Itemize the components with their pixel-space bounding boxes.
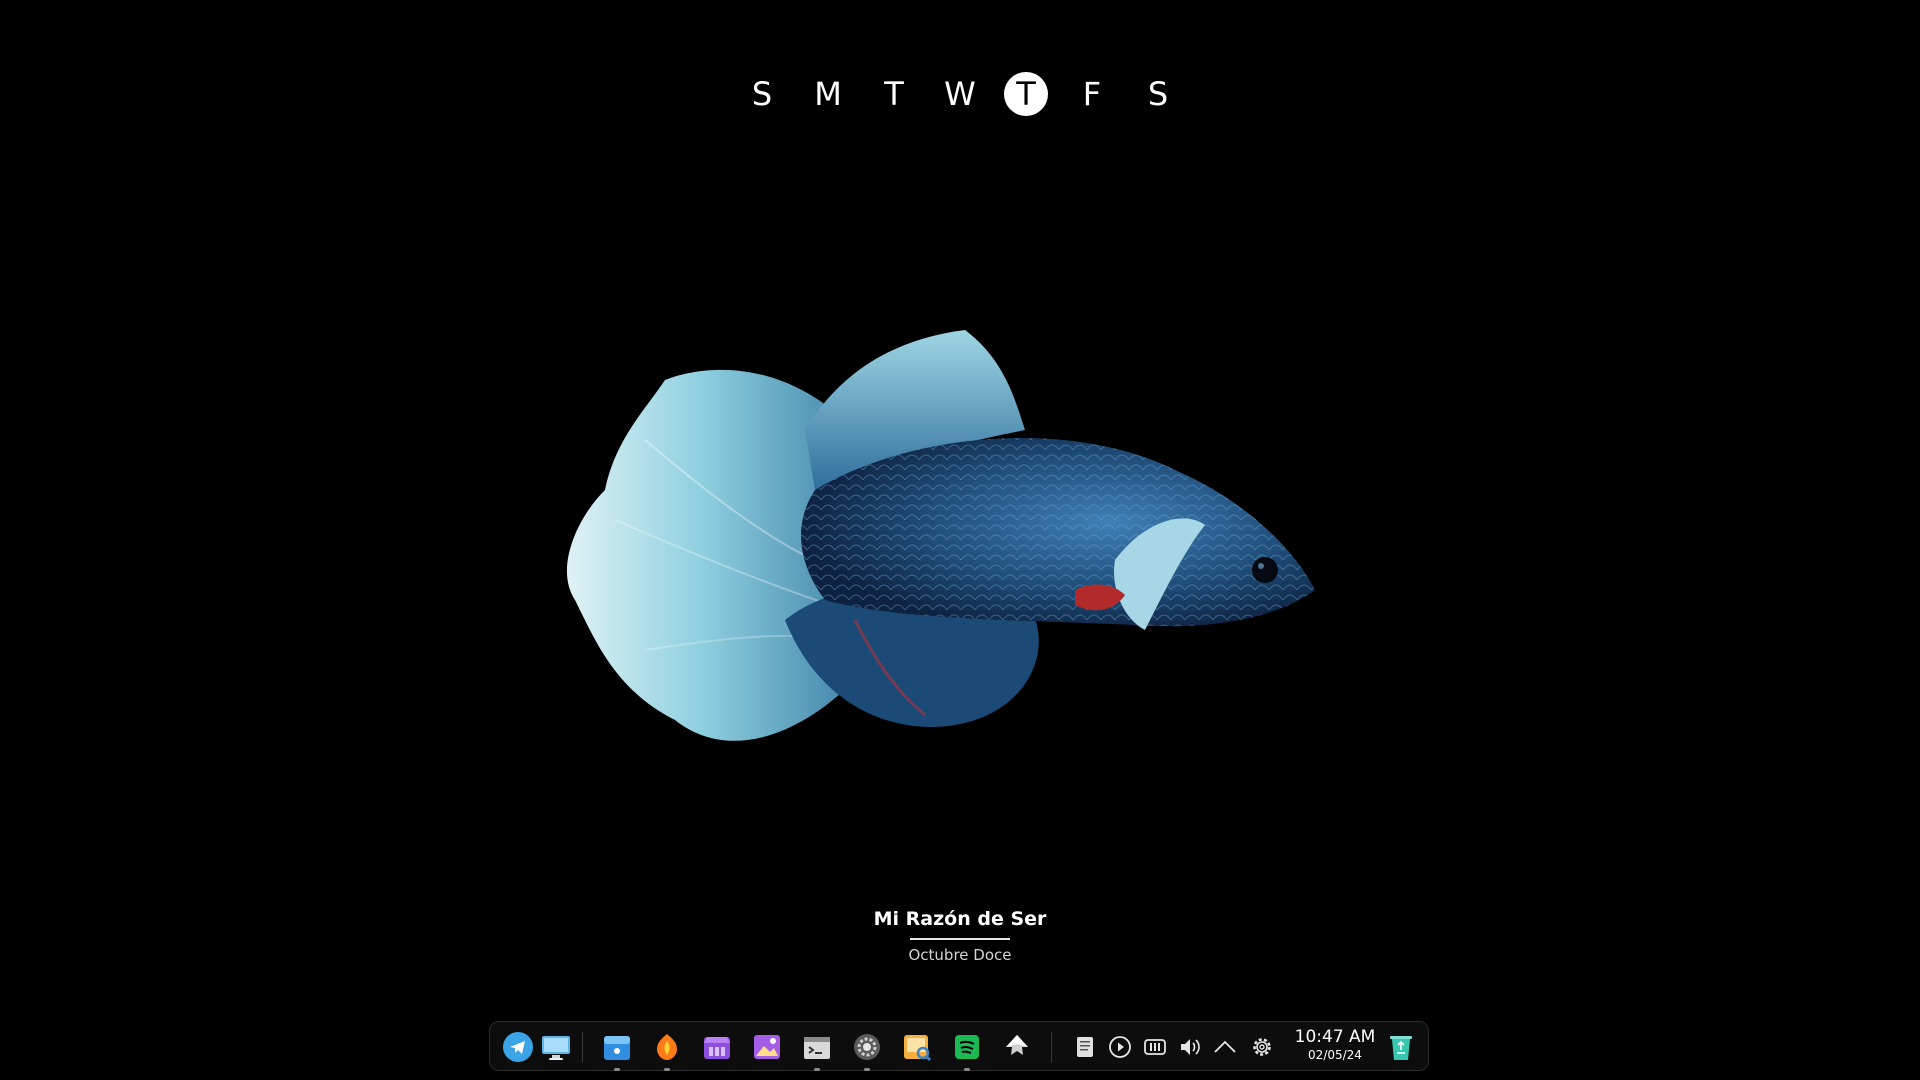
inkscape-icon[interactable]: [1001, 1031, 1033, 1063]
clock-date: 02/05/24: [1308, 1048, 1362, 1062]
wallpaper-betta-fish: [566, 330, 1315, 741]
weekday-widget: S M T W T F S: [0, 72, 1920, 116]
running-indicator: [614, 1068, 620, 1071]
file-manager-icon[interactable]: [601, 1031, 633, 1071]
now-playing-widget: Mi Razón de Ser Octubre Doce: [0, 908, 1920, 964]
terminal-icon[interactable]: [801, 1031, 833, 1071]
telegram-icon[interactable]: [502, 1031, 534, 1063]
clipboard-icon[interactable]: [1072, 1034, 1098, 1060]
clock-time: 10:47 AM: [1294, 1027, 1376, 1047]
dock-separator: [1051, 1032, 1052, 1062]
weekday-sunday: S: [751, 75, 773, 113]
weekday-tuesday: T: [884, 75, 904, 113]
recycle-bin-icon[interactable]: [1385, 1031, 1417, 1063]
settings-app-icon[interactable]: [851, 1031, 883, 1071]
app-store-icon[interactable]: [701, 1031, 733, 1063]
volume-icon[interactable]: [1177, 1034, 1203, 1060]
weekday-wednesday: W: [944, 75, 976, 113]
media-play-icon[interactable]: [1107, 1034, 1133, 1060]
desktop-icon[interactable]: [540, 1031, 572, 1063]
chevron-up-icon[interactable]: [1212, 1034, 1238, 1060]
song-title: Mi Razón de Ser: [873, 908, 1047, 930]
dock-taskbar: 10:47 AM 02/05/24: [489, 1021, 1429, 1071]
weekday-thursday-current: T: [1004, 72, 1048, 116]
gear-icon[interactable]: [1249, 1034, 1275, 1060]
image-viewer-icon[interactable]: [751, 1031, 783, 1063]
image-search-icon[interactable]: [901, 1031, 933, 1063]
firefox-icon[interactable]: [651, 1031, 683, 1071]
memory-icon[interactable]: [1142, 1034, 1168, 1060]
weekday-friday: F: [1082, 75, 1102, 113]
desktop: S M T W T F S Mi Razón de Ser Octubre Do…: [0, 0, 1920, 1080]
running-indicator: [664, 1068, 670, 1071]
spotify-icon[interactable]: [951, 1031, 983, 1071]
weekday-monday: M: [814, 75, 842, 113]
clock[interactable]: 10:47 AM 02/05/24: [1290, 1027, 1380, 1062]
weekday-saturday: S: [1147, 75, 1169, 113]
dock-separator: [582, 1032, 583, 1062]
running-indicator: [864, 1068, 870, 1071]
running-indicator: [964, 1068, 970, 1071]
running-indicator: [814, 1068, 820, 1071]
song-artist: Octubre Doce: [908, 946, 1012, 964]
song-progress-divider: [910, 938, 1010, 940]
